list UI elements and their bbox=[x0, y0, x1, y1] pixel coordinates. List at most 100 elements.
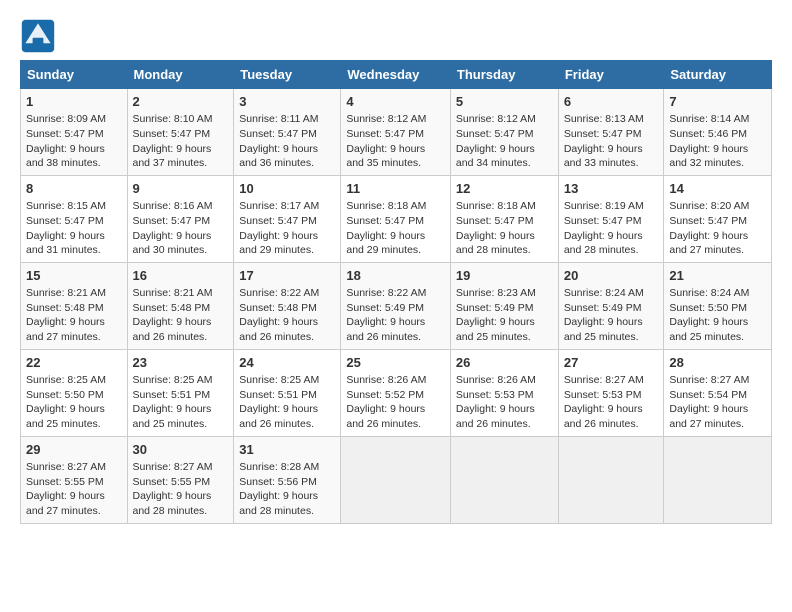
calendar-cell: 7Sunrise: 8:14 AMSunset: 5:46 PMDaylight… bbox=[664, 89, 772, 176]
day-number: 30 bbox=[133, 441, 229, 459]
day-number: 24 bbox=[239, 354, 335, 372]
day-number: 16 bbox=[133, 267, 229, 285]
col-header-friday: Friday bbox=[558, 61, 664, 89]
day-number: 1 bbox=[26, 93, 122, 111]
calendar-cell bbox=[664, 436, 772, 523]
cell-info: Sunrise: 8:25 AMSunset: 5:50 PMDaylight:… bbox=[26, 373, 122, 432]
col-header-monday: Monday bbox=[127, 61, 234, 89]
day-number: 25 bbox=[346, 354, 445, 372]
cell-info: Sunrise: 8:26 AMSunset: 5:52 PMDaylight:… bbox=[346, 373, 445, 432]
day-number: 20 bbox=[564, 267, 659, 285]
cell-info: Sunrise: 8:14 AMSunset: 5:46 PMDaylight:… bbox=[669, 112, 766, 171]
day-number: 9 bbox=[133, 180, 229, 198]
cell-info: Sunrise: 8:12 AMSunset: 5:47 PMDaylight:… bbox=[346, 112, 445, 171]
calendar-cell: 18Sunrise: 8:22 AMSunset: 5:49 PMDayligh… bbox=[341, 262, 451, 349]
cell-info: Sunrise: 8:24 AMSunset: 5:50 PMDaylight:… bbox=[669, 286, 766, 345]
calendar-cell: 31Sunrise: 8:28 AMSunset: 5:56 PMDayligh… bbox=[234, 436, 341, 523]
day-number: 23 bbox=[133, 354, 229, 372]
day-number: 4 bbox=[346, 93, 445, 111]
calendar-cell: 28Sunrise: 8:27 AMSunset: 5:54 PMDayligh… bbox=[664, 349, 772, 436]
calendar-cell: 4Sunrise: 8:12 AMSunset: 5:47 PMDaylight… bbox=[341, 89, 451, 176]
day-number: 6 bbox=[564, 93, 659, 111]
day-number: 12 bbox=[456, 180, 553, 198]
day-number: 18 bbox=[346, 267, 445, 285]
calendar-cell: 21Sunrise: 8:24 AMSunset: 5:50 PMDayligh… bbox=[664, 262, 772, 349]
cell-info: Sunrise: 8:16 AMSunset: 5:47 PMDaylight:… bbox=[133, 199, 229, 258]
calendar-cell: 6Sunrise: 8:13 AMSunset: 5:47 PMDaylight… bbox=[558, 89, 664, 176]
cell-info: Sunrise: 8:22 AMSunset: 5:49 PMDaylight:… bbox=[346, 286, 445, 345]
calendar-cell bbox=[341, 436, 451, 523]
day-number: 13 bbox=[564, 180, 659, 198]
cell-info: Sunrise: 8:21 AMSunset: 5:48 PMDaylight:… bbox=[26, 286, 122, 345]
day-number: 2 bbox=[133, 93, 229, 111]
cell-info: Sunrise: 8:24 AMSunset: 5:49 PMDaylight:… bbox=[564, 286, 659, 345]
calendar-table: SundayMondayTuesdayWednesdayThursdayFrid… bbox=[20, 60, 772, 524]
cell-info: Sunrise: 8:26 AMSunset: 5:53 PMDaylight:… bbox=[456, 373, 553, 432]
col-header-thursday: Thursday bbox=[450, 61, 558, 89]
week-row-4: 22Sunrise: 8:25 AMSunset: 5:50 PMDayligh… bbox=[21, 349, 772, 436]
calendar-cell: 17Sunrise: 8:22 AMSunset: 5:48 PMDayligh… bbox=[234, 262, 341, 349]
calendar-cell: 22Sunrise: 8:25 AMSunset: 5:50 PMDayligh… bbox=[21, 349, 128, 436]
calendar-cell: 27Sunrise: 8:27 AMSunset: 5:53 PMDayligh… bbox=[558, 349, 664, 436]
day-number: 19 bbox=[456, 267, 553, 285]
col-header-wednesday: Wednesday bbox=[341, 61, 451, 89]
cell-info: Sunrise: 8:18 AMSunset: 5:47 PMDaylight:… bbox=[456, 199, 553, 258]
day-number: 21 bbox=[669, 267, 766, 285]
calendar-cell: 15Sunrise: 8:21 AMSunset: 5:48 PMDayligh… bbox=[21, 262, 128, 349]
calendar-cell: 13Sunrise: 8:19 AMSunset: 5:47 PMDayligh… bbox=[558, 175, 664, 262]
week-row-3: 15Sunrise: 8:21 AMSunset: 5:48 PMDayligh… bbox=[21, 262, 772, 349]
calendar-cell: 5Sunrise: 8:12 AMSunset: 5:47 PMDaylight… bbox=[450, 89, 558, 176]
day-number: 28 bbox=[669, 354, 766, 372]
calendar-cell bbox=[558, 436, 664, 523]
cell-info: Sunrise: 8:10 AMSunset: 5:47 PMDaylight:… bbox=[133, 112, 229, 171]
cell-info: Sunrise: 8:13 AMSunset: 5:47 PMDaylight:… bbox=[564, 112, 659, 171]
calendar-cell: 30Sunrise: 8:27 AMSunset: 5:55 PMDayligh… bbox=[127, 436, 234, 523]
cell-info: Sunrise: 8:28 AMSunset: 5:56 PMDaylight:… bbox=[239, 460, 335, 519]
cell-info: Sunrise: 8:27 AMSunset: 5:55 PMDaylight:… bbox=[133, 460, 229, 519]
calendar-cell: 29Sunrise: 8:27 AMSunset: 5:55 PMDayligh… bbox=[21, 436, 128, 523]
cell-info: Sunrise: 8:12 AMSunset: 5:47 PMDaylight:… bbox=[456, 112, 553, 171]
calendar-cell: 24Sunrise: 8:25 AMSunset: 5:51 PMDayligh… bbox=[234, 349, 341, 436]
calendar-cell: 20Sunrise: 8:24 AMSunset: 5:49 PMDayligh… bbox=[558, 262, 664, 349]
calendar-cell: 2Sunrise: 8:10 AMSunset: 5:47 PMDaylight… bbox=[127, 89, 234, 176]
day-number: 7 bbox=[669, 93, 766, 111]
logo bbox=[20, 18, 62, 54]
cell-info: Sunrise: 8:27 AMSunset: 5:55 PMDaylight:… bbox=[26, 460, 122, 519]
calendar-cell: 8Sunrise: 8:15 AMSunset: 5:47 PMDaylight… bbox=[21, 175, 128, 262]
day-number: 11 bbox=[346, 180, 445, 198]
cell-info: Sunrise: 8:11 AMSunset: 5:47 PMDaylight:… bbox=[239, 112, 335, 171]
day-number: 27 bbox=[564, 354, 659, 372]
calendar-cell bbox=[450, 436, 558, 523]
calendar-cell: 9Sunrise: 8:16 AMSunset: 5:47 PMDaylight… bbox=[127, 175, 234, 262]
day-number: 5 bbox=[456, 93, 553, 111]
cell-info: Sunrise: 8:19 AMSunset: 5:47 PMDaylight:… bbox=[564, 199, 659, 258]
header bbox=[20, 18, 772, 54]
calendar-cell: 12Sunrise: 8:18 AMSunset: 5:47 PMDayligh… bbox=[450, 175, 558, 262]
day-number: 3 bbox=[239, 93, 335, 111]
cell-info: Sunrise: 8:20 AMSunset: 5:47 PMDaylight:… bbox=[669, 199, 766, 258]
cell-info: Sunrise: 8:09 AMSunset: 5:47 PMDaylight:… bbox=[26, 112, 122, 171]
cell-info: Sunrise: 8:15 AMSunset: 5:47 PMDaylight:… bbox=[26, 199, 122, 258]
day-number: 15 bbox=[26, 267, 122, 285]
cell-info: Sunrise: 8:21 AMSunset: 5:48 PMDaylight:… bbox=[133, 286, 229, 345]
header-row: SundayMondayTuesdayWednesdayThursdayFrid… bbox=[21, 61, 772, 89]
col-header-sunday: Sunday bbox=[21, 61, 128, 89]
logo-icon bbox=[20, 18, 56, 54]
cell-info: Sunrise: 8:18 AMSunset: 5:47 PMDaylight:… bbox=[346, 199, 445, 258]
calendar-cell: 10Sunrise: 8:17 AMSunset: 5:47 PMDayligh… bbox=[234, 175, 341, 262]
cell-info: Sunrise: 8:23 AMSunset: 5:49 PMDaylight:… bbox=[456, 286, 553, 345]
day-number: 17 bbox=[239, 267, 335, 285]
cell-info: Sunrise: 8:17 AMSunset: 5:47 PMDaylight:… bbox=[239, 199, 335, 258]
day-number: 26 bbox=[456, 354, 553, 372]
cell-info: Sunrise: 8:25 AMSunset: 5:51 PMDaylight:… bbox=[133, 373, 229, 432]
calendar-cell: 23Sunrise: 8:25 AMSunset: 5:51 PMDayligh… bbox=[127, 349, 234, 436]
calendar-cell: 14Sunrise: 8:20 AMSunset: 5:47 PMDayligh… bbox=[664, 175, 772, 262]
calendar-cell: 19Sunrise: 8:23 AMSunset: 5:49 PMDayligh… bbox=[450, 262, 558, 349]
cell-info: Sunrise: 8:27 AMSunset: 5:54 PMDaylight:… bbox=[669, 373, 766, 432]
calendar-cell: 25Sunrise: 8:26 AMSunset: 5:52 PMDayligh… bbox=[341, 349, 451, 436]
cell-info: Sunrise: 8:25 AMSunset: 5:51 PMDaylight:… bbox=[239, 373, 335, 432]
day-number: 14 bbox=[669, 180, 766, 198]
cell-info: Sunrise: 8:27 AMSunset: 5:53 PMDaylight:… bbox=[564, 373, 659, 432]
day-number: 22 bbox=[26, 354, 122, 372]
calendar-cell: 3Sunrise: 8:11 AMSunset: 5:47 PMDaylight… bbox=[234, 89, 341, 176]
